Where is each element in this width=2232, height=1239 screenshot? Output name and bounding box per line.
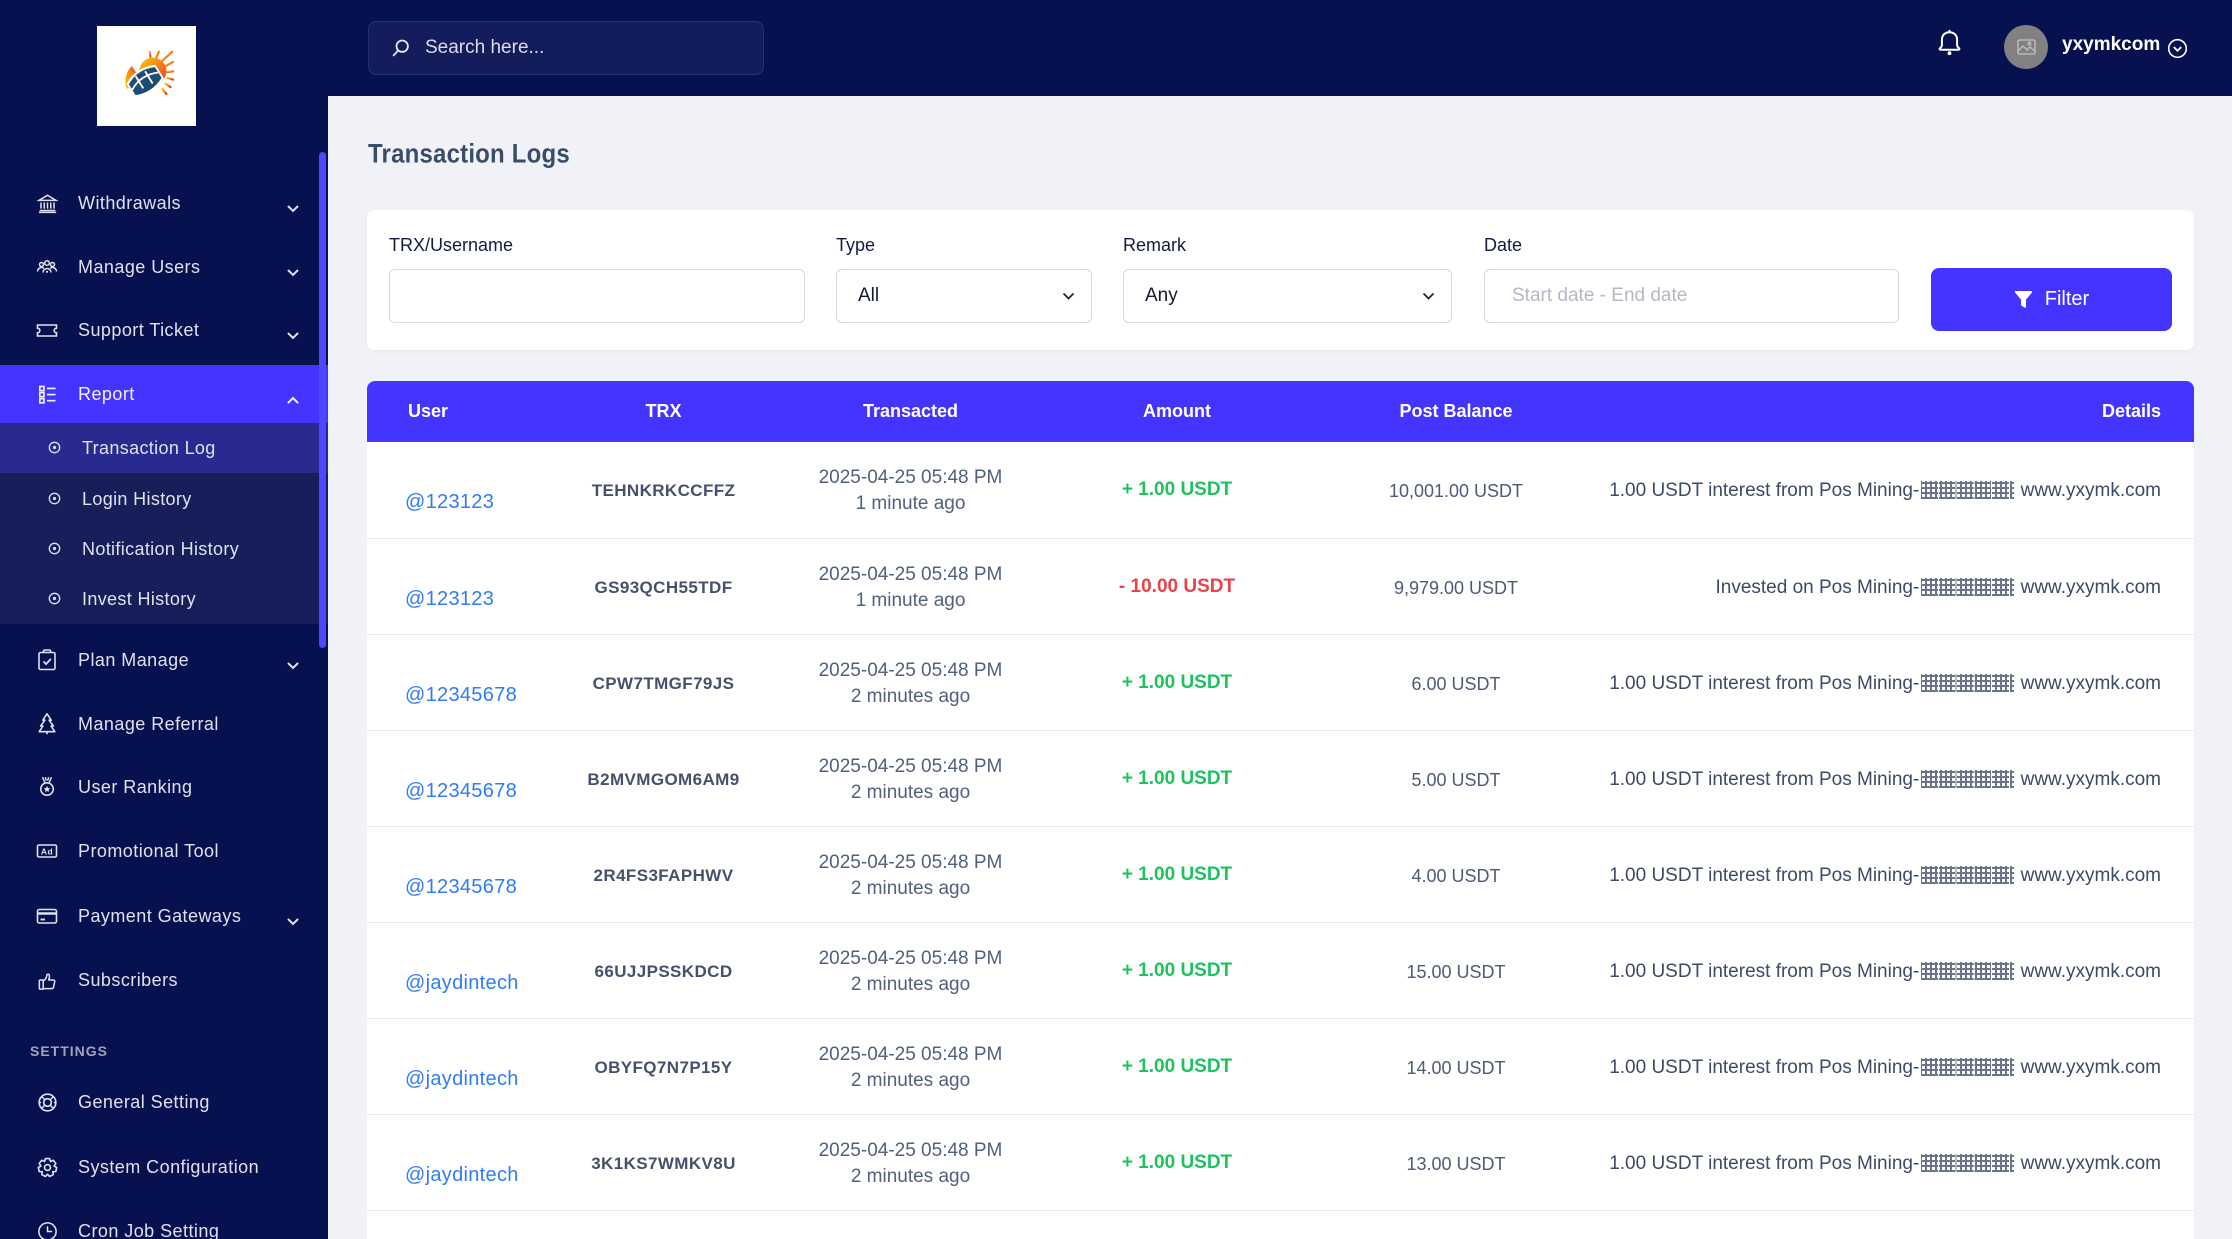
svg-text:Ad: Ad xyxy=(41,846,53,856)
